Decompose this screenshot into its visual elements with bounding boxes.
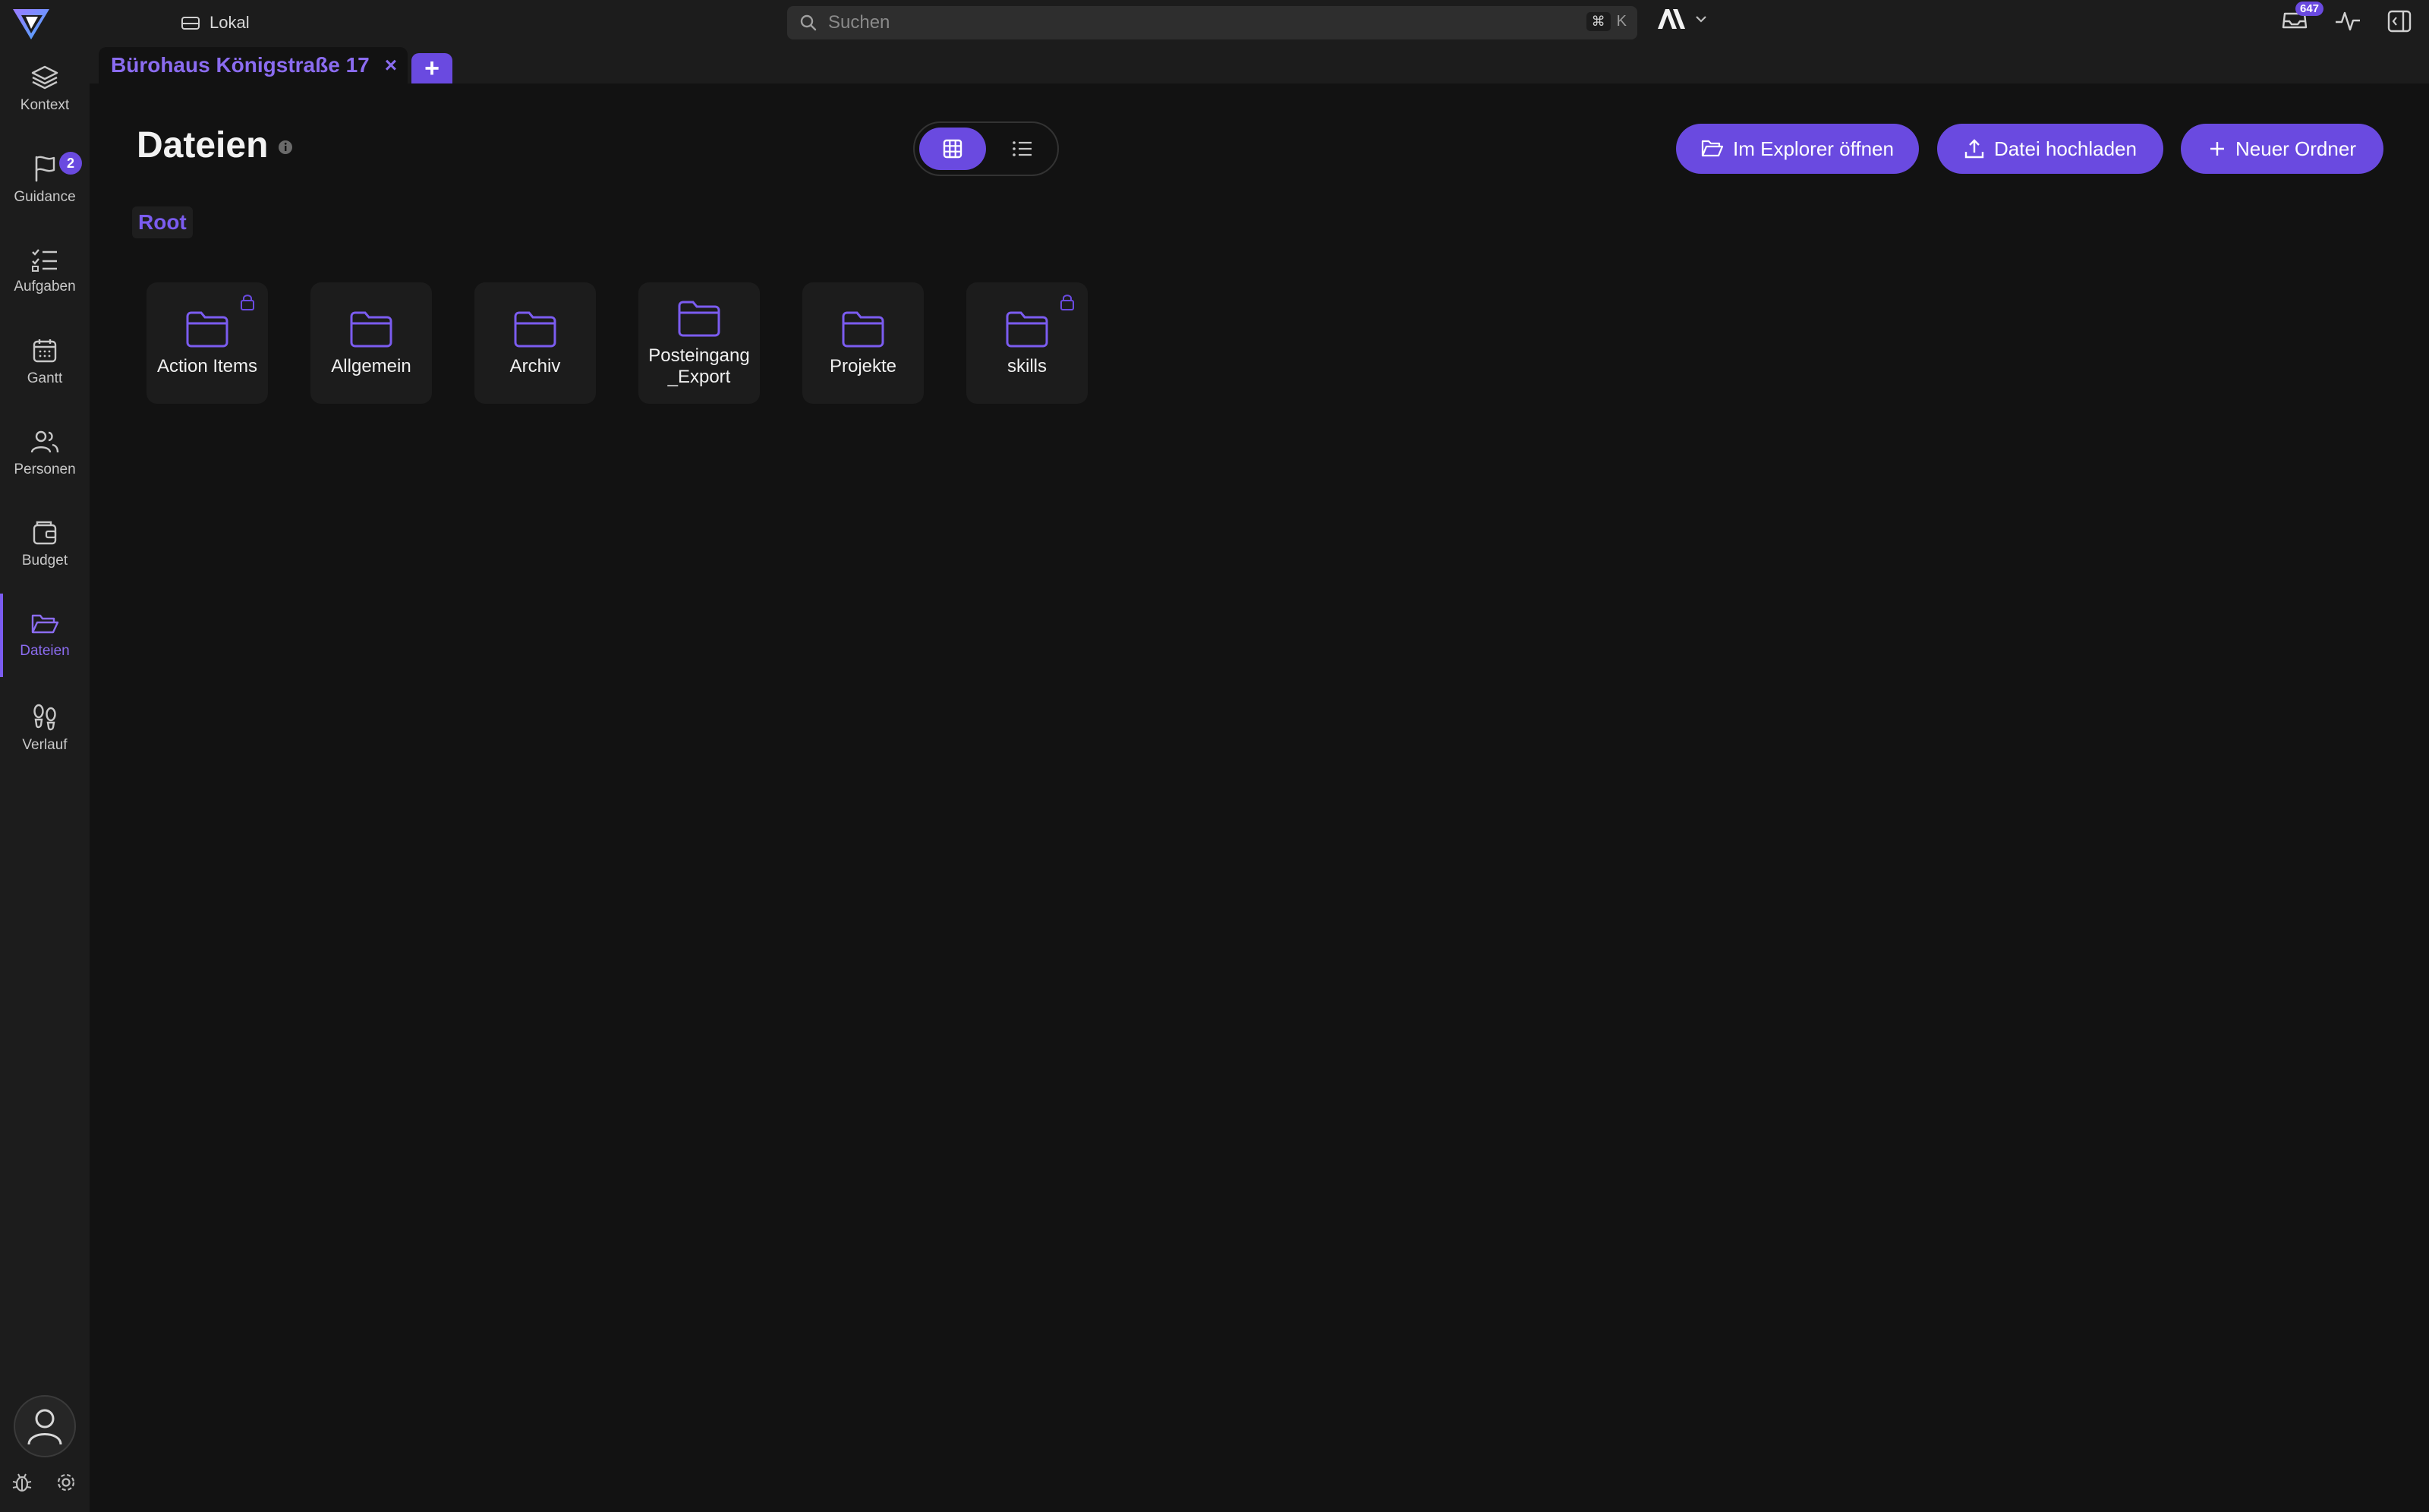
users-icon [30,430,59,453]
inbox-count-badge: 647 [2295,2,2324,16]
breadcrumb-root[interactable]: Root [138,210,187,235]
search-bar[interactable]: ⌘ K [787,6,1637,39]
gear-icon[interactable] [55,1471,77,1494]
plus-icon [2210,142,2225,156]
folder-name: Posteingang _Export [648,345,750,387]
open-explorer-label: Im Explorer öffnen [1733,137,1894,160]
list-view-button[interactable] [989,128,1056,170]
info-icon[interactable] [277,139,294,156]
plus-icon: + [424,53,439,83]
folder-name: Archiv [509,356,561,376]
sidebar-item-kontext[interactable]: Kontext [0,47,90,131]
folder-name: skills [1007,356,1047,376]
open-explorer-button[interactable]: Im Explorer öffnen [1676,124,1919,174]
bug-icon[interactable] [11,1471,33,1494]
shortcut-key: K [1616,13,1627,30]
search-icon [800,14,817,31]
new-folder-label: Neuer Ordner [2235,137,2356,160]
folder-open-icon [1701,140,1724,157]
folder-item[interactable]: skills [966,282,1088,404]
folder-icon [350,311,392,348]
sidebar-item-label: Verlauf [22,737,68,753]
sidebar-item-aufgaben[interactable]: Aufgaben [0,229,90,313]
flag-icon [35,156,55,182]
list-icon [1013,141,1032,156]
add-tab-button[interactable]: + [411,53,452,83]
grid-view-button[interactable] [919,128,986,170]
workspace-selector[interactable]: Lokal [181,9,250,36]
folder-icon [1006,311,1048,348]
lock-icon [1060,295,1074,310]
app-logo-icon[interactable] [11,5,52,43]
tab-project[interactable]: Bürohaus Königstraße 17 × [99,47,408,83]
breadcrumb: Root [132,206,193,238]
sidebar-item-label: Kontext [20,97,70,113]
sidebar-item-label: Budget [21,553,68,569]
sidebar-item-label: Personen [14,461,76,477]
upload-file-label: Datei hochladen [1994,137,2137,160]
folder-item[interactable]: Archiv [474,282,596,404]
folder-name: Allgemein [331,356,411,376]
drive-icon [181,17,200,30]
sidebar-bottom-actions [11,1471,77,1494]
folder-icon [186,311,228,348]
calendar-icon [33,339,57,363]
folder-item[interactable]: Action Items [146,282,268,404]
lock-icon [241,295,254,310]
panel-toggle-icon[interactable] [2385,7,2414,36]
folder-item[interactable]: Projekte [802,282,924,404]
user-icon [27,1409,62,1445]
view-toggle [913,121,1059,176]
folder-icon [514,311,556,348]
anthropic-logo-icon [1658,9,1685,29]
tab-strip: Bürohaus Königstraße 17 × + [90,44,2429,83]
search-shortcut: ⌘ K [1586,12,1627,31]
activity-icon[interactable] [2333,7,2362,36]
workspace-label: Lokal [210,13,250,32]
folder-item[interactable]: Posteingang _Export [638,282,760,404]
top-right-actions: 647 [2280,2,2414,36]
sidebar-item-personen[interactable]: Personen [0,411,90,495]
sidebar: Kontext 2 Guidance Aufgaben Gantt Person… [0,44,90,1512]
sidebar-item-label: Guidance [14,189,76,205]
chevron-down-icon [1696,16,1706,23]
footprints-icon [33,704,56,731]
checklist-icon [32,249,57,272]
folder-item[interactable]: Allgemein [310,282,432,404]
model-selector[interactable] [1656,8,1708,30]
sidebar-item-gantt[interactable]: Gantt [0,320,90,404]
search-input[interactable] [828,12,1511,33]
upload-file-button[interactable]: Datei hochladen [1937,124,2163,174]
wallet-icon [33,521,57,545]
inbox-button[interactable]: 647 [2280,2,2324,36]
user-avatar[interactable] [14,1395,76,1457]
folder-name: Action Items [156,356,258,376]
top-bar: Lokal ⌘ K 647 [0,0,2429,44]
grid-icon [943,139,962,159]
folder-icon [678,301,720,337]
new-folder-button[interactable]: Neuer Ordner [2181,124,2383,174]
layers-icon [31,65,58,90]
sidebar-item-guidance[interactable]: 2 Guidance [0,138,90,222]
sidebar-item-label: Dateien [20,643,70,659]
guidance-badge: 2 [59,152,82,175]
sidebar-item-verlauf[interactable]: Verlauf [0,686,90,770]
sidebar-item-label: Aufgaben [14,279,76,295]
sidebar-item-budget[interactable]: Budget [0,502,90,586]
folder-open-icon [31,614,59,634]
shortcut-cmd: ⌘ [1586,12,1611,31]
page-title: Dateien [137,125,269,165]
tab-close-icon[interactable]: × [385,53,397,77]
tab-label: Bürohaus Königstraße 17 [111,53,370,77]
sidebar-item-dateien[interactable]: Dateien [0,594,90,677]
folder-name: Projekte [829,356,897,376]
upload-icon [1964,139,1984,159]
sidebar-item-label: Gantt [27,370,63,386]
folder-icon [842,311,884,348]
